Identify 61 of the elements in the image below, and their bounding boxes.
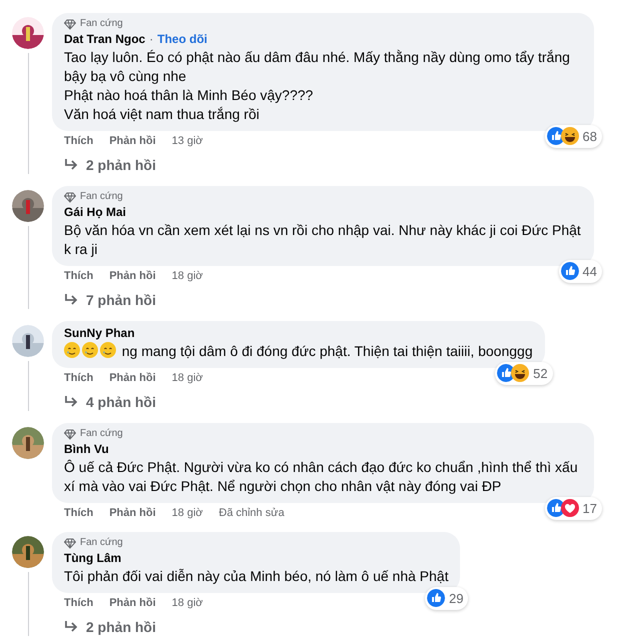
fan-label: Fan cứng: [80, 427, 123, 441]
reaction-summary[interactable]: 17: [544, 496, 602, 520]
reaction-count: 52: [533, 364, 548, 382]
like-link[interactable]: Thích: [64, 269, 94, 283]
reply-arrow-icon: [64, 159, 78, 171]
view-replies-link[interactable]: 7 phản hồi: [52, 283, 594, 309]
reaction-count: 17: [582, 500, 597, 518]
thumbs-up-icon: [427, 589, 446, 608]
fan-label: Fan cứng: [80, 190, 123, 204]
diamond-icon: [64, 538, 76, 548]
smiling-face-with-tear-icon: [64, 342, 80, 358]
diamond-icon: [64, 428, 76, 440]
thumbs-up-icon: [560, 262, 579, 280]
reaction-summary[interactable]: 44: [558, 260, 602, 283]
reply-link[interactable]: Phản hồi: [109, 596, 156, 610]
author-name[interactable]: Tùng Lâm: [64, 550, 122, 567]
follow-link[interactable]: Theo dõi: [157, 31, 208, 48]
author-name[interactable]: Dat Tran Ngoc: [64, 31, 146, 48]
reaction-summary[interactable]: 29: [425, 586, 468, 610]
like-link[interactable]: Thích: [64, 596, 94, 610]
smiling-face-with-tear-icon: [82, 342, 98, 358]
comment-text: ng mang tội dâm ô đi đóng đức phật. Thiện tai thiện taiiii, boonggg: [122, 343, 533, 359]
view-replies-link[interactable]: 2 phản hồi: [52, 610, 460, 636]
timestamp: 18 giờ: [172, 506, 203, 520]
timestamp: 18 giờ: [172, 269, 203, 283]
comment-text: Ô uế cả Đức Phật. Người vừa ko có nhân cách đạo đức ko chuẩn ,hình thể thì xấu xí mà vào vai Đức Phật. Nể người chọn cho nhân vật này đóng vai ĐP: [64, 459, 578, 494]
comment-text: Tôi phản đối vai diễn này của Minh béo, nó làm ô uế nhà Phật: [64, 568, 448, 584]
comment-text: Bộ văn hóa vn cần xem xét lại ns vn rồi cho nhập vai. Như này khác ji coi Đức Phật k ra ji: [64, 222, 581, 257]
like-link[interactable]: Thích: [64, 506, 94, 520]
like-link[interactable]: Thích: [64, 134, 94, 148]
timestamp: 18 giờ: [172, 371, 203, 385]
separator-dot: ·: [149, 31, 154, 48]
view-replies-link[interactable]: 4 phản hồi: [52, 385, 545, 411]
laughing-face-icon: [511, 364, 530, 382]
reaction-count: 29: [449, 590, 464, 608]
smiling-face-with-tear-icon: [100, 342, 116, 358]
reply-link[interactable]: Phản hồi: [109, 506, 156, 520]
diamond-icon: [64, 192, 76, 202]
reaction-count: 68: [582, 128, 597, 146]
diamond-icon: [64, 18, 76, 30]
view-replies-link[interactable]: 2 phản hồi: [52, 148, 594, 174]
author-name[interactable]: Bình Vu: [64, 441, 109, 458]
edited-label: Đã chỉnh sửa: [218, 506, 284, 520]
laughing-face-icon: [560, 127, 579, 146]
reply-arrow-icon: [64, 621, 78, 633]
reaction-summary[interactable]: 52: [495, 362, 553, 385]
reply-link[interactable]: Phản hồi: [109, 371, 156, 385]
author-name[interactable]: SunNy Phan: [64, 325, 135, 342]
author-name[interactable]: Gái Họ Mai: [64, 204, 126, 221]
reaction-count: 44: [582, 262, 597, 280]
timestamp: 18 giờ: [172, 596, 203, 610]
fan-label: Fan cứng: [80, 17, 123, 31]
timestamp: 13 giờ: [172, 134, 203, 148]
reply-arrow-icon: [64, 396, 78, 408]
reply-link[interactable]: Phản hồi: [109, 134, 156, 148]
reaction-summary[interactable]: 68: [544, 124, 602, 148]
fan-label: Fan cứng: [80, 536, 123, 550]
comment-text: Tao lạy luôn. Éo có phật nào ấu dâm đâu nhé. Mấy thằng nầy dùng omo tẩy trắng bậy bạ vô cùng nhe Phật nào hoá thân là Minh Béo vậy???? Văn hoá việt nam thua trắng rồi: [64, 49, 570, 122]
reply-arrow-icon: [64, 294, 78, 306]
reply-link[interactable]: Phản hồi: [109, 269, 156, 283]
like-link[interactable]: Thích: [64, 371, 94, 385]
